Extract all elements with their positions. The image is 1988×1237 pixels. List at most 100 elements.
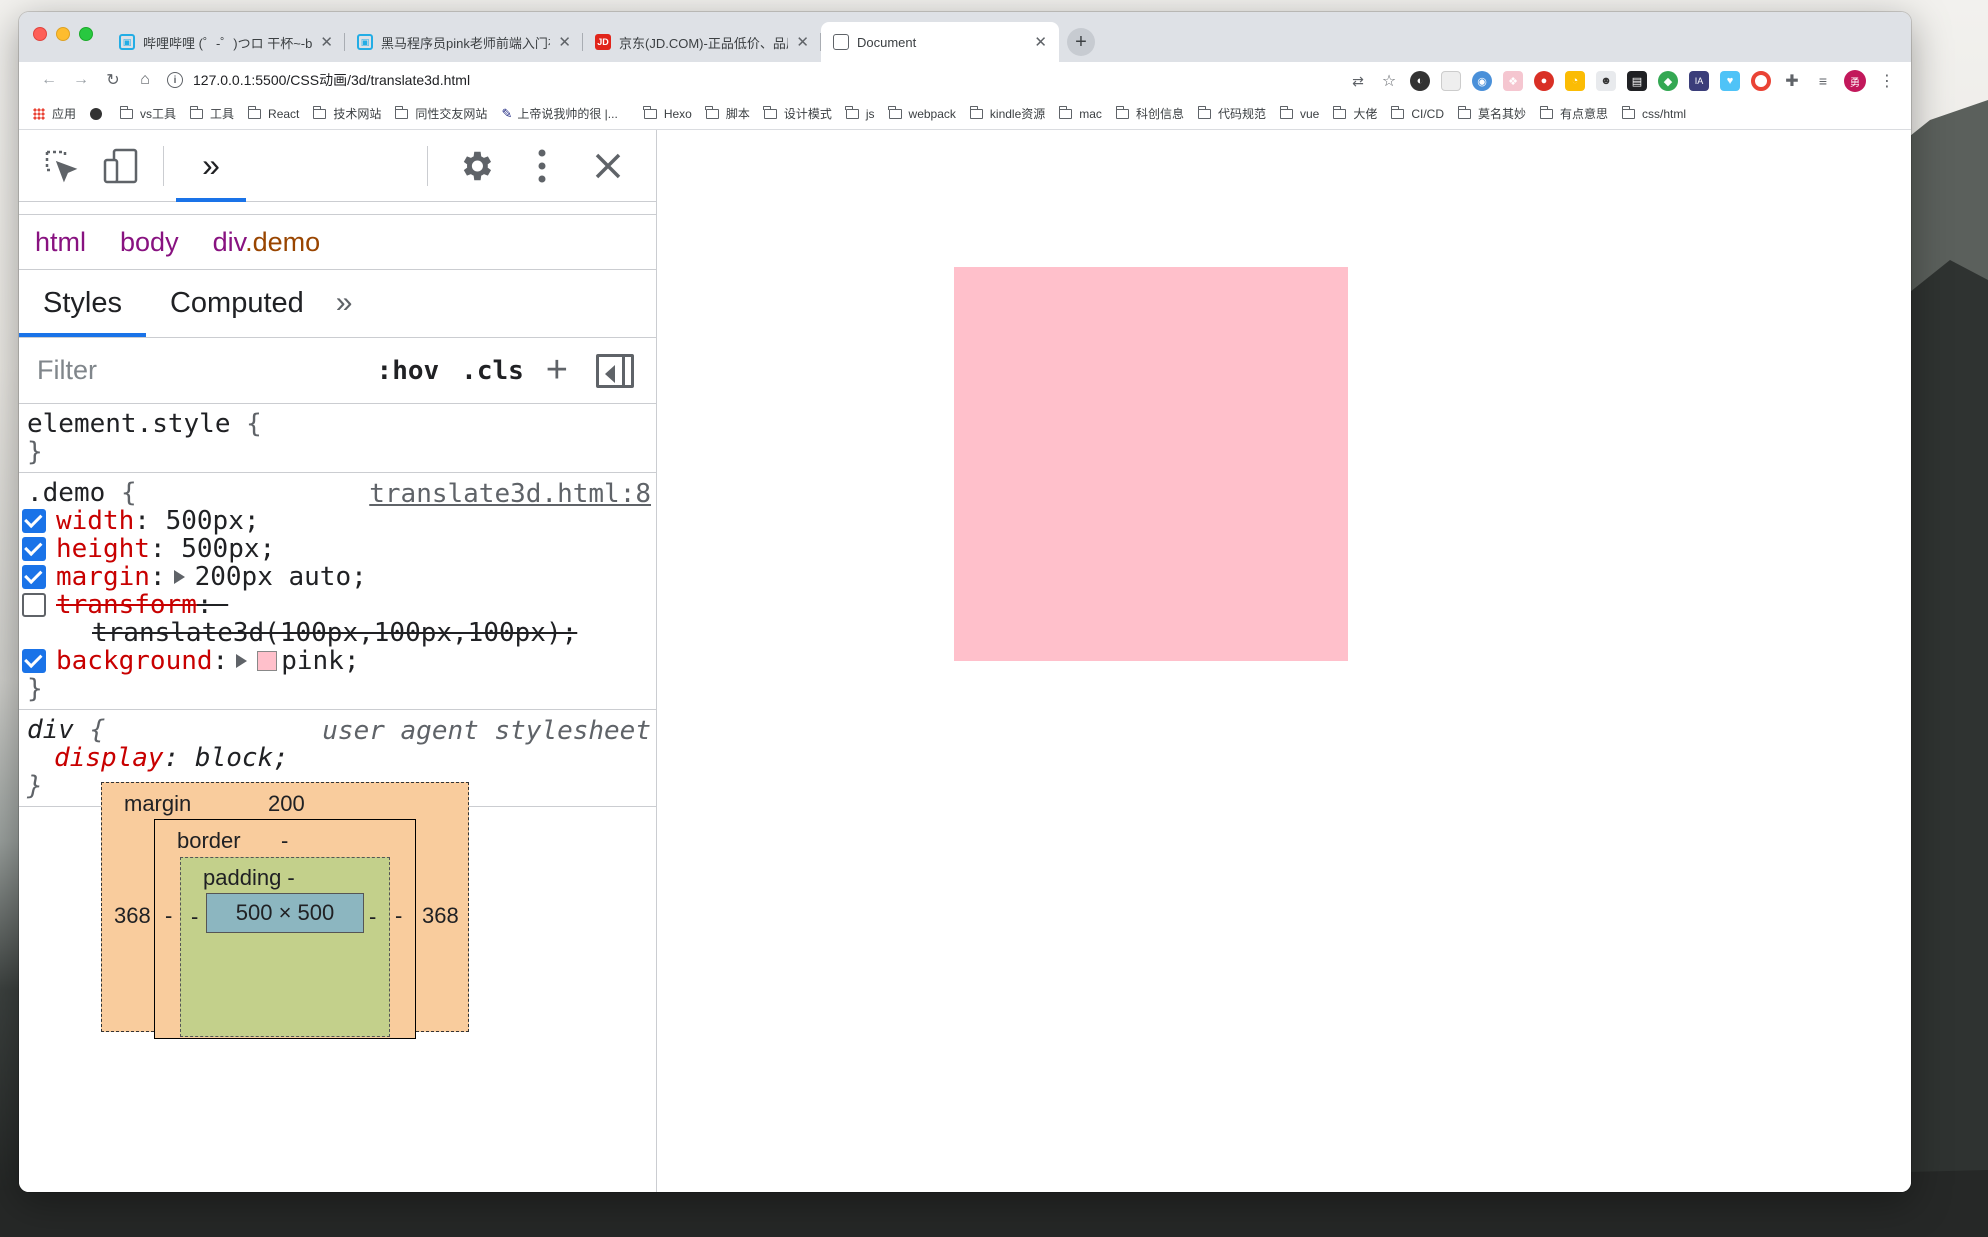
bookmark-item[interactable]: ✎ 上帝说我帅的很 |... bbox=[501, 105, 617, 122]
new-style-rule-button[interactable]: + bbox=[546, 349, 568, 392]
extension-icon[interactable]: ◔ bbox=[1565, 71, 1585, 91]
margin-top-value[interactable]: 200 bbox=[268, 791, 305, 817]
expand-triangle-icon[interactable] bbox=[236, 654, 248, 668]
property-checkbox[interactable] bbox=[22, 593, 46, 617]
home-icon[interactable]: ⌂ bbox=[129, 66, 161, 94]
extension-icon[interactable]: ◐ bbox=[1410, 71, 1430, 91]
toggle-sidebar-icon[interactable] bbox=[596, 353, 634, 388]
bookmark-folder[interactable]: 有点意思 bbox=[1539, 105, 1608, 122]
gear-icon[interactable] bbox=[446, 130, 506, 202]
extension-icon[interactable]: ♥ bbox=[1720, 71, 1740, 91]
rule-selector[interactable]: .demo bbox=[27, 478, 105, 509]
bookmark-folder[interactable]: 技术网站 bbox=[313, 105, 381, 122]
border-right-value[interactable]: - bbox=[395, 903, 402, 929]
inspect-element-icon[interactable] bbox=[31, 130, 91, 202]
bookmark-folder[interactable]: 莫名其妙 bbox=[1457, 105, 1526, 122]
border-left-value[interactable]: - bbox=[165, 903, 172, 929]
extension-icon[interactable]: ◉ bbox=[1472, 71, 1492, 91]
bookmark-folder[interactable]: 科创信息 bbox=[1115, 105, 1184, 122]
bookmark-item[interactable] bbox=[90, 107, 106, 120]
extension-icon[interactable]: IA bbox=[1689, 71, 1709, 91]
property-name[interactable]: width bbox=[56, 506, 134, 537]
property-checkbox[interactable] bbox=[22, 649, 46, 673]
property-name[interactable]: height bbox=[56, 534, 150, 565]
new-tab-button[interactable]: + bbox=[1067, 28, 1095, 56]
browser-tab-active[interactable]: Document ✕ bbox=[821, 22, 1059, 62]
property-checkbox[interactable] bbox=[22, 509, 46, 533]
property-name[interactable]: background bbox=[56, 646, 213, 677]
property-checkbox[interactable] bbox=[22, 565, 46, 589]
address-bar[interactable]: i 127.0.0.1:5500/CSS动画/3d/translate3d.ht… bbox=[167, 70, 470, 90]
extension-icon[interactable] bbox=[1751, 71, 1771, 91]
minimize-window-button[interactable] bbox=[56, 27, 70, 41]
breadcrumb-div-demo[interactable]: div.demo bbox=[213, 227, 321, 258]
bookmark-folder[interactable]: 脚本 bbox=[705, 105, 750, 122]
extension-icon[interactable]: ● bbox=[1534, 71, 1554, 91]
close-tab-icon[interactable]: ✕ bbox=[558, 33, 571, 51]
bookmark-folder[interactable]: vs工具 bbox=[119, 105, 176, 122]
filter-input[interactable]: Filter bbox=[37, 355, 377, 386]
device-toolbar-icon[interactable] bbox=[91, 130, 151, 202]
property-value[interactable]: translate3d(100px,100px,100px); bbox=[92, 618, 577, 649]
margin-left-value[interactable]: 368 bbox=[114, 903, 151, 929]
close-icon[interactable] bbox=[578, 130, 638, 202]
info-icon[interactable]: i bbox=[167, 72, 183, 88]
avatar[interactable]: 勇 bbox=[1844, 70, 1866, 92]
bookmark-folder[interactable]: css/html bbox=[1621, 105, 1686, 121]
bookmark-apps[interactable]: 应用 bbox=[33, 105, 76, 122]
bookmark-folder[interactable]: 大佬 bbox=[1332, 105, 1377, 122]
bookmark-folder[interactable]: 工具 bbox=[189, 105, 234, 122]
bookmark-folder[interactable]: kindle资源 bbox=[969, 105, 1045, 122]
bookmark-folder[interactable]: 同性交友网站 bbox=[395, 105, 487, 122]
border-top-value[interactable]: - bbox=[281, 828, 288, 854]
forward-icon[interactable]: → bbox=[65, 66, 97, 94]
translate-icon[interactable]: ⇄ bbox=[1348, 71, 1368, 91]
maximize-window-button[interactable] bbox=[79, 27, 93, 41]
close-tab-icon[interactable]: ✕ bbox=[1034, 33, 1047, 51]
property-value[interactable]: 200px auto; bbox=[195, 562, 367, 593]
rule-source-link[interactable]: translate3d.html:8 bbox=[369, 479, 651, 510]
breadcrumb-body[interactable]: body bbox=[120, 227, 179, 258]
box-model-padding[interactable]: padding - - - 500 × 500 bbox=[180, 857, 390, 1037]
property-checkbox[interactable] bbox=[22, 537, 46, 561]
back-icon[interactable]: ← bbox=[33, 66, 65, 94]
box-model-border[interactable]: border - - - padding - - - 500 × 500 bbox=[154, 819, 416, 1039]
reload-icon[interactable]: ↻ bbox=[97, 66, 129, 94]
tab-styles[interactable]: Styles bbox=[19, 269, 146, 337]
extension-icon[interactable]: ☻ bbox=[1596, 71, 1616, 91]
bookmark-folder[interactable]: webpack bbox=[888, 105, 956, 121]
margin-right-value[interactable]: 368 bbox=[422, 903, 459, 929]
bookmark-folder[interactable]: React bbox=[247, 105, 299, 121]
color-swatch[interactable] bbox=[257, 651, 278, 671]
expand-triangle-icon[interactable] bbox=[173, 570, 185, 584]
more-vert-icon[interactable]: ⋮ bbox=[1877, 71, 1897, 91]
bookmark-folder[interactable]: CI/CD bbox=[1390, 105, 1444, 121]
bookmark-folder[interactable]: mac bbox=[1058, 105, 1102, 121]
kebab-menu-icon[interactable] bbox=[512, 130, 572, 202]
cls-button[interactable]: .cls bbox=[461, 356, 524, 386]
property-name[interactable]: margin bbox=[56, 562, 150, 593]
box-model-content[interactable]: 500 × 500 bbox=[206, 893, 364, 933]
bookmark-folder[interactable]: Hexo bbox=[643, 105, 692, 121]
property-value[interactable]: 500px; bbox=[181, 534, 275, 565]
close-tab-icon[interactable]: ✕ bbox=[320, 33, 333, 51]
puzzle-icon[interactable]: ✚ bbox=[1782, 71, 1802, 91]
extension-icon[interactable]: ◆ bbox=[1658, 71, 1678, 91]
bookmark-folder[interactable]: 代码规范 bbox=[1197, 105, 1266, 122]
tab-computed[interactable]: Computed bbox=[146, 269, 328, 337]
box-model-margin[interactable]: margin 200 368 368 border - - - padding … bbox=[101, 782, 469, 1039]
hov-button[interactable]: :hov bbox=[377, 356, 440, 386]
close-window-button[interactable] bbox=[33, 27, 47, 41]
bookmark-star-icon[interactable]: ☆ bbox=[1379, 71, 1399, 91]
browser-tab[interactable]: ▣ 黑马程序员pink老师前端入门视 ✕ bbox=[345, 22, 583, 62]
demo-div[interactable] bbox=[954, 267, 1348, 661]
bookmark-folder[interactable]: 设计模式 bbox=[763, 105, 832, 122]
more-panels-icon[interactable]: » bbox=[176, 130, 246, 202]
property-value[interactable]: 500px; bbox=[166, 506, 260, 537]
padding-right-value[interactable]: - bbox=[369, 904, 376, 930]
more-tabs-icon[interactable]: » bbox=[328, 269, 361, 337]
property-name[interactable]: transform bbox=[56, 590, 197, 621]
extension-icon[interactable]: ❖ bbox=[1503, 71, 1523, 91]
extension-icon[interactable]: ▤ bbox=[1627, 71, 1647, 91]
browser-tab[interactable]: ▣ 哔哩哔哩 (゜-゜)つロ 干杯~-bili ✕ bbox=[107, 22, 345, 62]
